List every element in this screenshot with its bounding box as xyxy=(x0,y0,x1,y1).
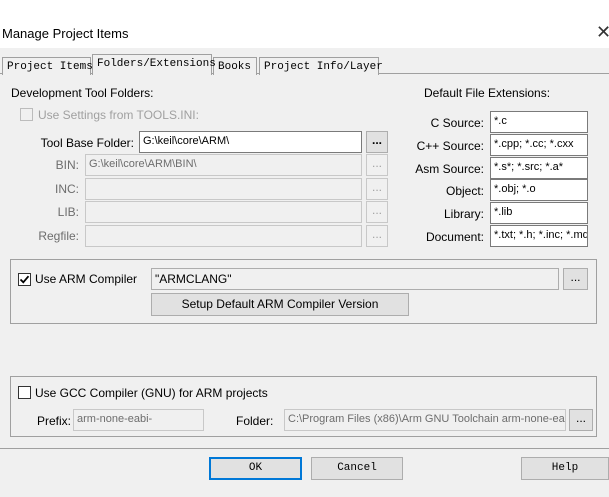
arm-compiler-browse-button[interactable]: ... xyxy=(563,268,588,290)
ext-cpp-field[interactable]: *.cpp; *.cc; *.cxx xyxy=(490,134,588,156)
tab-books[interactable]: Books xyxy=(213,57,257,75)
tool-base-browse-button[interactable]: ... xyxy=(366,131,388,153)
gcc-folder-field[interactable]: C:\Program Files (x86)\Arm GNU Toolchain… xyxy=(284,409,566,431)
lib-field[interactable] xyxy=(85,201,362,223)
ext-c-label: C Source: xyxy=(430,116,484,130)
lib-label: LIB: xyxy=(57,205,79,219)
close-icon[interactable]: ✕ xyxy=(596,22,609,43)
dev-tools-heading: Development Tool Folders: xyxy=(11,86,154,100)
footer-separator xyxy=(0,448,609,449)
arm-compiler-select[interactable]: "ARMCLANG" xyxy=(151,268,559,290)
checkmark-icon xyxy=(19,275,30,284)
ext-asm-field[interactable]: *.s*; *.src; *.a* xyxy=(490,157,588,179)
bin-label: BIN: xyxy=(55,158,79,172)
ext-library-label: Library: xyxy=(443,207,484,221)
regfile-label: Regfile: xyxy=(38,229,79,243)
ext-object-label: Object: xyxy=(445,184,484,198)
tab-project-info-layer[interactable]: Project Info/Layer xyxy=(259,57,383,75)
tool-base-field[interactable]: G:\keil\core\ARM\ xyxy=(139,131,362,153)
cancel-button[interactable]: Cancel xyxy=(311,457,403,480)
lib-browse-button[interactable]: ... xyxy=(366,201,388,223)
ext-document-label: Document: xyxy=(425,230,484,244)
regfile-browse-button[interactable]: ... xyxy=(366,225,388,247)
ext-asm-label: Asm Source: xyxy=(415,162,484,176)
use-arm-compiler-checkbox[interactable] xyxy=(18,273,31,286)
use-arm-compiler-label: Use ARM Compiler xyxy=(35,272,138,286)
regfile-field[interactable] xyxy=(85,225,362,247)
tab-project-items[interactable]: Project Items xyxy=(2,57,93,75)
use-tools-ini-label: Use Settings from TOOLS.INI: xyxy=(38,108,199,122)
ext-object-field[interactable]: *.obj; *.o xyxy=(490,179,588,201)
use-gcc-compiler-checkbox[interactable] xyxy=(18,386,31,399)
gcc-folder-label: Folder: xyxy=(236,414,274,428)
gcc-prefix-label: Prefix: xyxy=(37,414,72,428)
inc-label: INC: xyxy=(55,182,79,196)
bin-browse-button[interactable]: ... xyxy=(366,154,388,176)
use-gcc-compiler-label: Use GCC Compiler (GNU) for ARM projects xyxy=(35,386,268,400)
ok-button[interactable]: OK xyxy=(209,457,302,480)
gcc-prefix-field[interactable]: arm-none-eabi- xyxy=(73,409,204,431)
extensions-heading: Default File Extensions: xyxy=(424,86,551,100)
gcc-folder-browse-button[interactable]: ... xyxy=(569,409,593,431)
tool-base-label: Tool Base Folder: xyxy=(40,136,134,150)
use-tools-ini-checkbox[interactable] xyxy=(20,108,33,121)
inc-browse-button[interactable]: ... xyxy=(366,178,388,200)
help-button[interactable]: Help xyxy=(521,457,609,480)
ext-cpp-label: C++ Source: xyxy=(416,139,484,153)
ext-document-field[interactable]: *.txt; *.h; *.inc; *.md xyxy=(490,225,588,247)
ext-c-field[interactable]: *.c xyxy=(490,111,588,133)
ext-library-field[interactable]: *.lib xyxy=(490,202,588,224)
inc-field[interactable] xyxy=(85,178,362,200)
tab-folders-extensions[interactable]: Folders/Extensions xyxy=(92,54,216,75)
setup-arm-compiler-button[interactable]: Setup Default ARM Compiler Version xyxy=(151,293,409,316)
bin-field[interactable]: G:\keil\core\ARM\BIN\ xyxy=(85,154,362,176)
window-title: Manage Project Items xyxy=(2,26,129,41)
